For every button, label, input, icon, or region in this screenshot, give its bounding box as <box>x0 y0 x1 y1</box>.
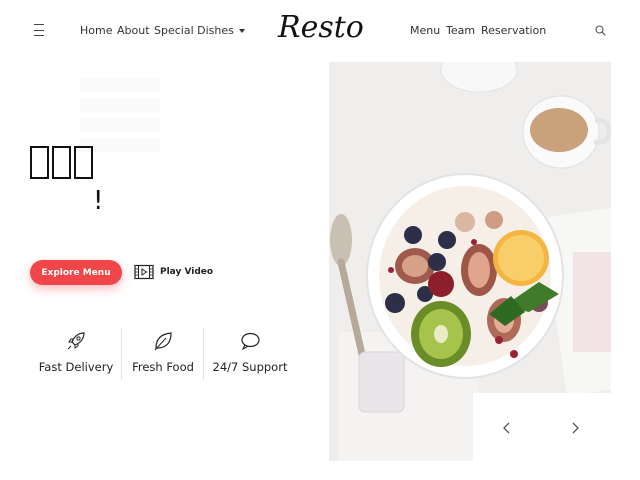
missing-glyph-box <box>52 146 71 179</box>
nav-link-about[interactable]: About <box>117 24 150 37</box>
nav-link-menu[interactable]: Menu <box>410 24 440 37</box>
divider <box>121 328 122 380</box>
brand-logo[interactable]: Resto <box>278 10 364 45</box>
feature-support: 24/7 Support <box>209 330 291 380</box>
faint-placeholder <box>80 78 160 92</box>
nav-link-reservation[interactable]: Reservation <box>481 24 546 37</box>
nav-link-special-dishes[interactable]: Special Dishes <box>154 24 245 37</box>
explore-menu-button[interactable]: Explore Menu <box>30 260 122 285</box>
rocket-icon <box>67 332 85 350</box>
chevron-left-icon[interactable] <box>501 421 513 435</box>
navbar: Home About Special Dishes Resto Menu Tea… <box>0 0 640 62</box>
caret-down-icon <box>238 29 245 33</box>
hero-title <box>30 146 93 182</box>
missing-glyph-box <box>74 146 93 179</box>
hero-subtitle: ! <box>93 186 104 216</box>
feature-label: 24/7 Support <box>212 360 288 374</box>
feature-fresh-food: Fresh Food <box>128 330 198 380</box>
chat-bubble-icon <box>241 332 260 351</box>
faint-placeholder <box>80 98 160 112</box>
film-icon <box>134 264 154 280</box>
nav-link-team[interactable]: Team <box>446 24 475 37</box>
feature-fast-delivery: Fast Delivery <box>35 330 117 380</box>
chevron-right-icon[interactable] <box>569 421 581 435</box>
play-video-label: Play Video <box>160 267 214 277</box>
missing-glyph-box <box>30 146 49 179</box>
leaf-icon <box>154 332 172 351</box>
divider <box>203 328 204 380</box>
play-video-button[interactable]: Play Video <box>134 264 213 280</box>
search-icon[interactable] <box>595 25 606 36</box>
faint-placeholder <box>80 118 160 132</box>
feature-label: Fast Delivery <box>38 360 114 374</box>
nav-link-special-dishes-label: Special Dishes <box>154 24 234 37</box>
nav-link-home[interactable]: Home <box>80 24 112 37</box>
slider-controls <box>473 393 640 461</box>
feature-label: Fresh Food <box>132 360 194 374</box>
hamburger-icon[interactable] <box>34 24 44 36</box>
